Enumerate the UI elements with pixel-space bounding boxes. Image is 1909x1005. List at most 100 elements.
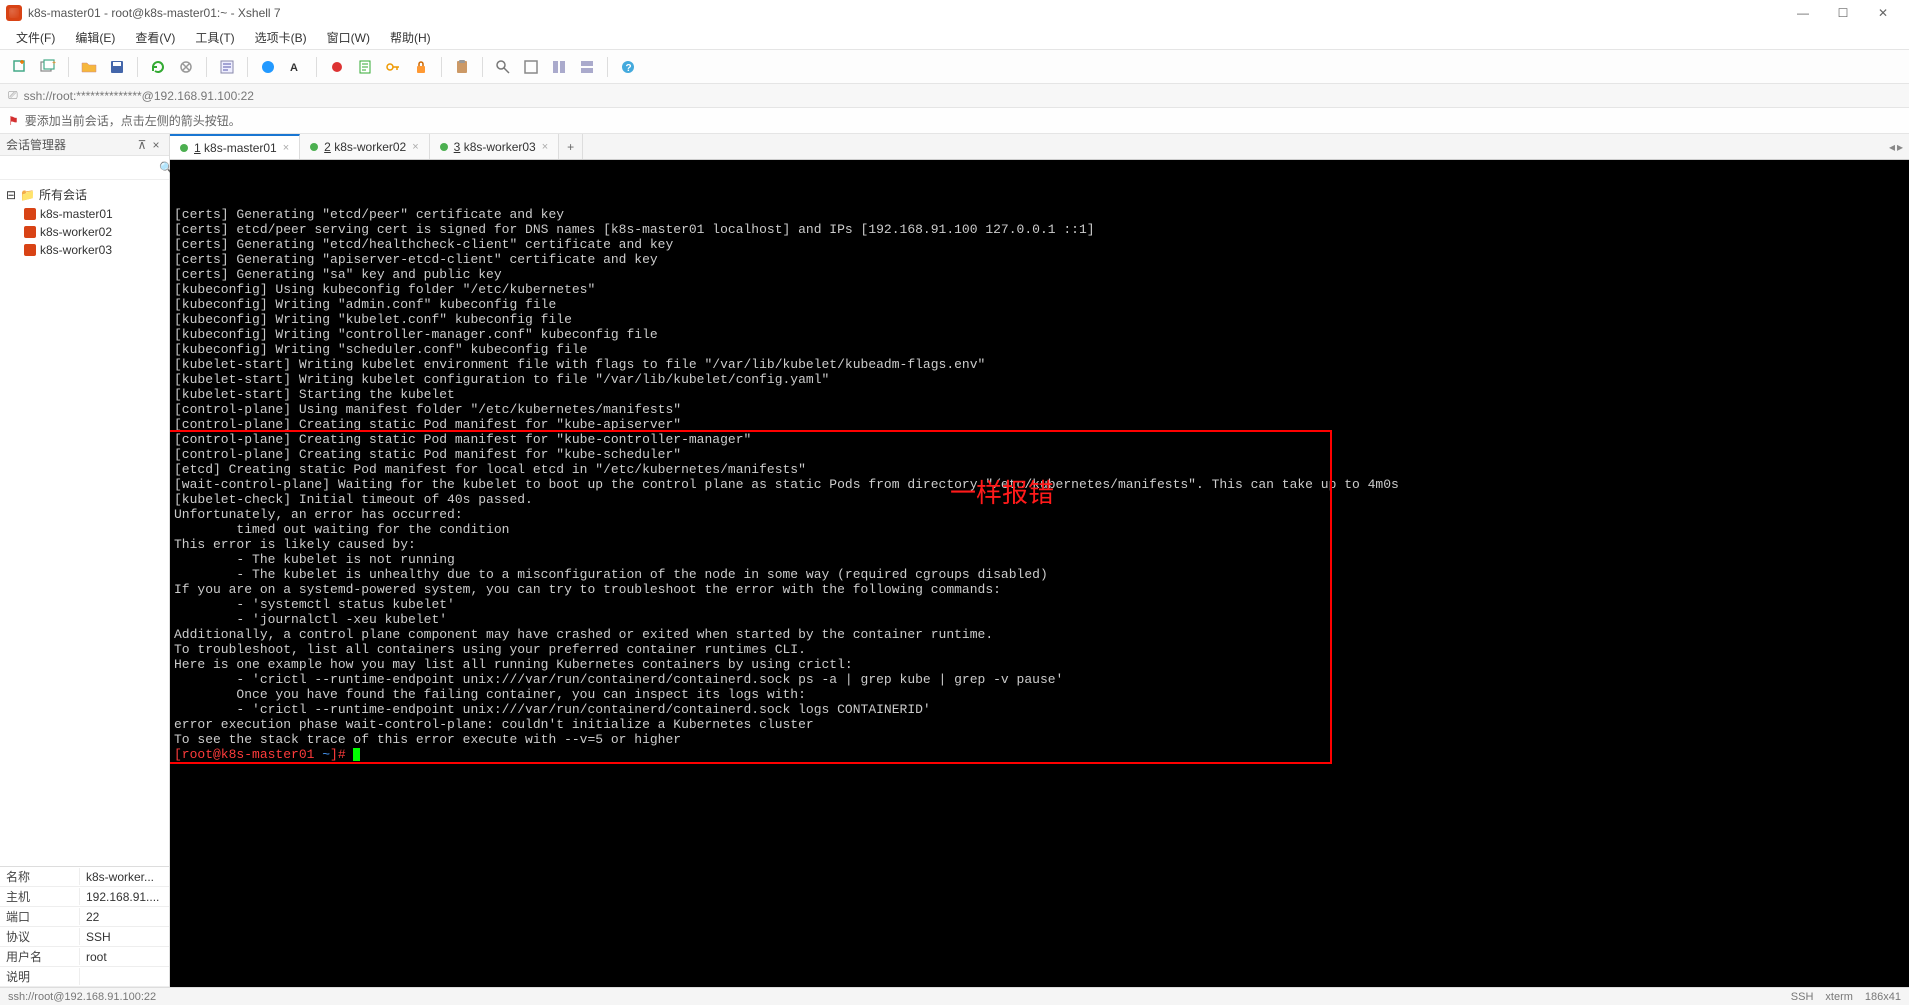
new-tab-button[interactable]: + bbox=[559, 134, 583, 159]
tab-worker03[interactable]: 3 k8s-worker03 × bbox=[430, 134, 560, 159]
color-button[interactable] bbox=[256, 55, 280, 79]
toolbar-separator bbox=[607, 57, 608, 77]
tab-master01[interactable]: 1 k8s-master01 × bbox=[170, 134, 300, 159]
status-address: ssh://root@192.168.91.100:22 bbox=[8, 991, 156, 1003]
session-label: k8s-worker02 bbox=[40, 225, 112, 239]
terminal-line: [kubeconfig] Writing "kubelet.conf" kube… bbox=[174, 312, 1905, 327]
terminal-line: error execution phase wait-control-plane… bbox=[174, 717, 1905, 732]
tab-prev-icon[interactable]: ◂ bbox=[1889, 140, 1895, 154]
toolbar-separator bbox=[482, 57, 483, 77]
help-button[interactable]: ? bbox=[616, 55, 640, 79]
terminal-line: [certs] etcd/peer serving cert is signed… bbox=[174, 222, 1905, 237]
menu-view[interactable]: 查看(V) bbox=[127, 27, 183, 48]
record-button[interactable] bbox=[325, 55, 349, 79]
tab-label: 3 k8s-worker03 bbox=[454, 140, 536, 154]
hint-bar: ⚑ 要添加当前会话，点击左侧的箭头按钮。 bbox=[0, 108, 1909, 134]
prop-key-proto: 协议 bbox=[0, 928, 80, 945]
host-icon bbox=[24, 226, 36, 238]
status-dot-icon bbox=[310, 143, 318, 151]
sidebar-header: 会话管理器 ⊼ × bbox=[0, 134, 169, 156]
prop-key-desc: 说明 bbox=[0, 968, 80, 985]
prop-val-port: 22 bbox=[80, 910, 169, 924]
terminal-line: [kubelet-start] Writing kubelet environm… bbox=[174, 357, 1905, 372]
minimize-button[interactable]: — bbox=[1783, 2, 1823, 24]
open-button[interactable] bbox=[77, 55, 101, 79]
terminal-line: [kubeconfig] Writing "admin.conf" kubeco… bbox=[174, 297, 1905, 312]
session-item-worker02[interactable]: k8s-worker02 bbox=[2, 223, 167, 241]
tab-next-icon[interactable]: ▸ bbox=[1897, 140, 1903, 154]
flag-icon: ⚑ bbox=[8, 114, 19, 128]
close-button[interactable]: ✕ bbox=[1863, 2, 1903, 24]
save-button[interactable] bbox=[105, 55, 129, 79]
terminal-line: [control-plane] Creating static Pod mani… bbox=[174, 417, 1905, 432]
session-tree[interactable]: ⊟ 📁 所有会话 k8s-master01 k8s-worker02 k8s-w… bbox=[0, 180, 169, 866]
terminal-line: - 'systemctl status kubelet' bbox=[174, 597, 1905, 612]
key-button[interactable] bbox=[381, 55, 405, 79]
terminal-line: [kubelet-start] Writing kubelet configur… bbox=[174, 372, 1905, 387]
svg-text:?: ? bbox=[626, 63, 632, 74]
paste-button[interactable] bbox=[450, 55, 474, 79]
tab-worker02[interactable]: 2 k8s-worker02 × bbox=[300, 134, 430, 159]
terminal-line: - The kubelet is not running bbox=[174, 552, 1905, 567]
prop-val-proto: SSH bbox=[80, 930, 169, 944]
session-label: k8s-master01 bbox=[40, 207, 113, 221]
reconnect-button[interactable] bbox=[146, 55, 170, 79]
host-icon bbox=[24, 208, 36, 220]
close-panel-icon[interactable]: × bbox=[149, 138, 163, 152]
disconnect-button[interactable] bbox=[174, 55, 198, 79]
prop-val-name: k8s-worker... bbox=[80, 870, 169, 884]
menu-edit[interactable]: 编辑(E) bbox=[67, 27, 123, 48]
tab-label: 1 k8s-master01 bbox=[194, 141, 277, 155]
session-item-worker03[interactable]: k8s-worker03 bbox=[2, 241, 167, 259]
layout-h-button[interactable] bbox=[547, 55, 571, 79]
tab-bar: 1 k8s-master01 × 2 k8s-worker02 × 3 k8s-… bbox=[170, 134, 1909, 160]
toolbar-separator bbox=[206, 57, 207, 77]
properties-button[interactable] bbox=[215, 55, 239, 79]
font-button[interactable]: A bbox=[284, 55, 308, 79]
terminal-line: This error is likely caused by: bbox=[174, 537, 1905, 552]
address-text[interactable]: ssh://root:**************@192.168.91.100… bbox=[24, 89, 254, 103]
tab-close-icon[interactable]: × bbox=[542, 141, 548, 153]
tab-nav: ◂ ▸ bbox=[1889, 134, 1909, 159]
menu-tab[interactable]: 选项卡(B) bbox=[247, 27, 315, 48]
layout-v-button[interactable] bbox=[575, 55, 599, 79]
tab-label: 2 k8s-worker02 bbox=[324, 140, 406, 154]
toolbar-separator bbox=[247, 57, 248, 77]
new-session-button[interactable] bbox=[8, 55, 32, 79]
status-bar: ssh://root@192.168.91.100:22 SSH xterm 1… bbox=[0, 987, 1909, 1005]
prop-key-host: 主机 bbox=[0, 888, 80, 905]
tree-root[interactable]: ⊟ 📁 所有会话 bbox=[2, 184, 167, 205]
session-search: 🔍 bbox=[0, 156, 169, 180]
terminal-line: [control-plane] Creating static Pod mani… bbox=[174, 432, 1905, 447]
prop-key-name: 名称 bbox=[0, 868, 80, 885]
session-item-master01[interactable]: k8s-master01 bbox=[2, 205, 167, 223]
log-button[interactable] bbox=[353, 55, 377, 79]
tab-close-icon[interactable]: × bbox=[412, 141, 418, 153]
terminal-line: [kubeconfig] Writing "controller-manager… bbox=[174, 327, 1905, 342]
new-window-button[interactable]: + bbox=[36, 55, 60, 79]
search-input[interactable] bbox=[4, 158, 159, 178]
svg-text:A: A bbox=[290, 62, 298, 74]
menu-tools[interactable]: 工具(T) bbox=[187, 27, 242, 48]
toolbar-separator bbox=[137, 57, 138, 77]
terminal-line: timed out waiting for the condition bbox=[174, 522, 1905, 537]
terminal-line: [control-plane] Using manifest folder "/… bbox=[174, 402, 1905, 417]
pin-icon[interactable]: ⊼ bbox=[135, 138, 149, 152]
terminal-line: [certs] Generating "etcd/peer" certifica… bbox=[174, 207, 1905, 222]
tab-close-icon[interactable]: × bbox=[283, 142, 289, 154]
terminal-prompt[interactable]: [root@k8s-master01 ~]# bbox=[174, 747, 1905, 762]
terminal-output[interactable]: [certs] Generating "etcd/peer" certifica… bbox=[170, 160, 1909, 987]
status-proto: SSH bbox=[1791, 991, 1814, 1003]
terminal-line: - The kubelet is unhealthy due to a misc… bbox=[174, 567, 1905, 582]
terminal-line: Unfortunately, an error has occurred: bbox=[174, 507, 1905, 522]
menu-file[interactable]: 文件(F) bbox=[8, 27, 63, 48]
window-titlebar: k8s-master01 - root@k8s-master01:~ - Xsh… bbox=[0, 0, 1909, 26]
menu-window[interactable]: 窗口(W) bbox=[319, 27, 378, 48]
lock-button[interactable] bbox=[409, 55, 433, 79]
menu-help[interactable]: 帮助(H) bbox=[382, 27, 439, 48]
session-manager-panel: 会话管理器 ⊼ × 🔍 ⊟ 📁 所有会话 k8s-master01 k8s-wo… bbox=[0, 134, 170, 987]
find-button[interactable] bbox=[491, 55, 515, 79]
fullscreen-button[interactable] bbox=[519, 55, 543, 79]
maximize-button[interactable]: ☐ bbox=[1823, 2, 1863, 24]
collapse-icon[interactable]: ⊟ bbox=[6, 188, 16, 202]
